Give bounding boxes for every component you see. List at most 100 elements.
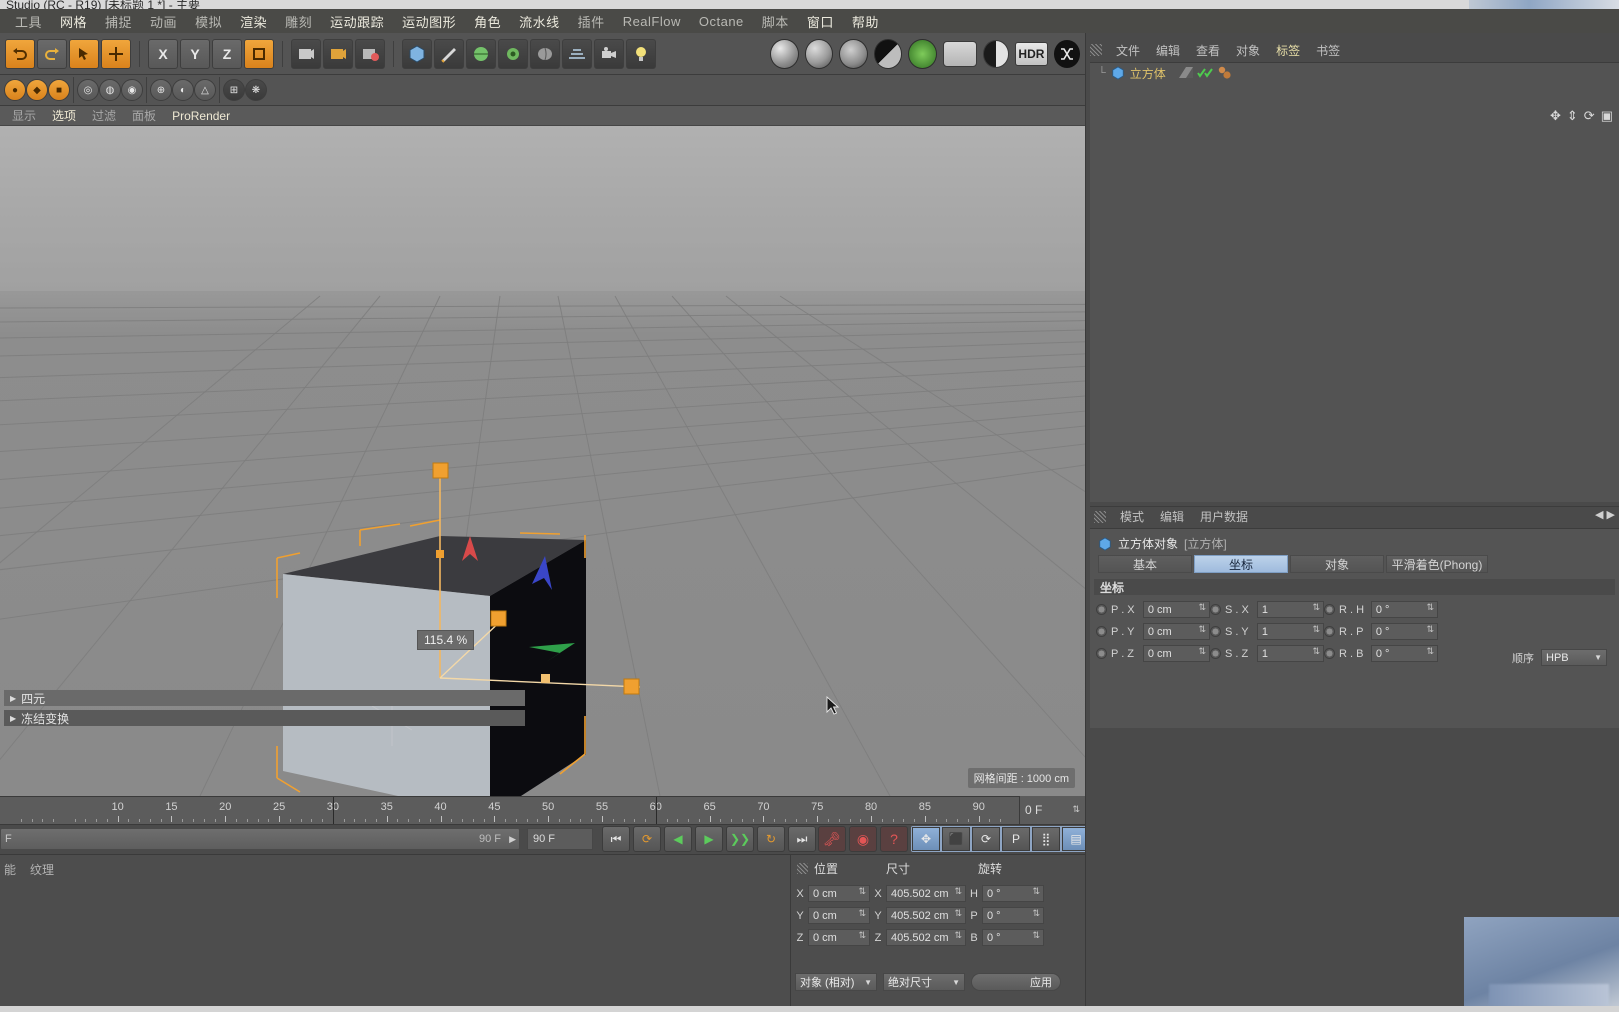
attribute-tab-3[interactable]: 平滑着色(Phong) — [1386, 555, 1488, 573]
object-manager-menu-4[interactable]: 标签 — [1268, 42, 1308, 59]
rotation-h-radio[interactable] — [1324, 604, 1335, 615]
viewport-menu-item-1[interactable]: 选项 — [44, 107, 84, 124]
scale-x-field[interactable]: 1 ⇅ — [1256, 601, 1324, 618]
mode-toolbar[interactable]: ● ◆ ■ ◎ ◍ ◉ ⊕ ◐ △ ⊞ ❋ — [0, 75, 1085, 106]
quantize-button[interactable]: ❋ — [245, 79, 267, 101]
main-menubar[interactable]: 工具 网格 捕捉 动画 模拟 渲染 雕刻 运动跟踪 运动图形 角色 流水线 插件 RealFlow Oct… — [0, 9, 1619, 33]
key-rotation-button[interactable]: ⟳ — [972, 827, 1000, 851]
record-controls[interactable]: 🗝 ◉ ? — [818, 826, 908, 852]
viewport-solo-button[interactable]: ◐ — [172, 79, 194, 101]
coordinate-manager[interactable]: 位置 尺寸 旋转 X 0 cm ⇅ X 405.502 cm ⇅ H 0 ° ⇅ Y … — [790, 854, 1085, 1012]
menu-item-14[interactable]: 脚本 — [753, 10, 798, 33]
replay-button[interactable]: ↻ — [757, 826, 785, 852]
display-green-icon[interactable] — [908, 39, 937, 69]
menu-item-2[interactable]: 捕捉 — [96, 10, 141, 33]
polygon-mode-button[interactable]: ■ — [48, 79, 70, 101]
workplane-button[interactable]: ◉ — [121, 79, 143, 101]
viewport-menu-item-2[interactable]: 过滤 — [84, 107, 124, 124]
redo-button[interactable] — [37, 38, 67, 69]
cm-size-y-field[interactable]: 405.502 cm ⇅ — [886, 907, 966, 924]
coordinate-row-z[interactable]: P . Z 0 cm ⇅ S . Z 1 ⇅ R . B 0 ° ⇅ — [1096, 645, 1438, 662]
menu-item-7[interactable]: 运动跟踪 — [321, 10, 393, 33]
axis-x-button[interactable]: X — [148, 38, 178, 69]
coordinate-row-y[interactable]: P . Y 0 cm ⇅ S . Y 1 ⇅ R . P 0 ° ⇅ — [1096, 623, 1438, 640]
apply-button[interactable]: 应用 — [971, 973, 1061, 991]
freeze-transform-section[interactable]: ▶ 冻结变换 — [4, 710, 525, 726]
attribute-menu-1[interactable]: 编辑 — [1152, 508, 1192, 525]
generator-button[interactable] — [466, 38, 496, 69]
position-x-cell[interactable]: P . X 0 cm ⇅ — [1096, 601, 1210, 618]
rotation-p-cell[interactable]: R . P 0 ° ⇅ — [1324, 623, 1438, 640]
rotation-h-field[interactable]: 0 ° ⇅ — [1370, 601, 1438, 618]
object-manager-menubar[interactable]: 文件 编辑 查看 对象 标签 书签 — [1090, 40, 1619, 60]
material-menu-0[interactable]: 能 — [4, 861, 16, 878]
menu-item-5[interactable]: 渲染 — [231, 10, 276, 33]
edge-mode-button[interactable]: ◆ — [26, 79, 48, 101]
menu-item-6[interactable]: 雕刻 — [276, 10, 321, 33]
point-mode-button[interactable]: ● — [4, 79, 26, 101]
position-z-spinner[interactable]: ⇅ — [1198, 647, 1206, 656]
timeline-ruler[interactable]: 1015202530354045505560657075808590 — [0, 796, 1019, 824]
texture-mode-button[interactable]: ◍ — [99, 79, 121, 101]
play-backwards-button[interactable]: ◀ — [664, 826, 692, 852]
environment-button[interactable] — [530, 38, 560, 69]
menu-item-13[interactable]: Octane — [690, 12, 753, 31]
scale-z-spinner[interactable]: ⇅ — [1312, 647, 1320, 656]
viewport-menu-item-4[interactable]: ProRender — [164, 109, 238, 123]
rotation-order-dropdown[interactable]: HPB ▼ — [1541, 649, 1607, 666]
cm-rot-p-spinner[interactable]: ⇅ — [1032, 909, 1040, 918]
rotate-icon[interactable]: ⟳ — [1584, 108, 1595, 124]
menu-item-4[interactable]: 模拟 — [186, 10, 231, 33]
attribute-tab-1[interactable]: 坐标 — [1194, 555, 1288, 573]
attribute-manager-body[interactable]: 立方体对象 [立方体] 基本 坐标 对象 平滑着色(Phong) 坐标 P . X 0… — [1090, 528, 1619, 728]
viewport-menu-item-0[interactable]: 显示 — [4, 107, 44, 124]
go-to-start-button[interactable]: ⏮ — [602, 826, 630, 852]
undo-button[interactable] — [5, 38, 35, 69]
coordinate-object-mode-dropdown[interactable]: 对象 (相对) ▼ — [795, 973, 877, 991]
attribute-menu-0[interactable]: 模式 — [1112, 508, 1152, 525]
snap-settings-button[interactable]: ⊞ — [223, 79, 245, 101]
cm-pos-y-spinner[interactable]: ⇅ — [858, 909, 866, 918]
world-coordinate-button[interactable] — [244, 38, 274, 69]
menu-item-1[interactable]: 网格 — [51, 10, 96, 33]
cm-rot-p-field[interactable]: 0 ° ⇅ — [982, 907, 1044, 924]
object-manager-menu-1[interactable]: 编辑 — [1148, 42, 1188, 59]
key-scale-button[interactable]: ⬛ — [942, 827, 970, 851]
rotation-p-radio[interactable] — [1324, 626, 1335, 637]
object-manager-row[interactable]: └ 立方体 — [1090, 63, 1619, 83]
phong-tag-icon[interactable] — [1217, 66, 1233, 80]
object-manager-object-name[interactable]: 立方体 — [1130, 65, 1166, 82]
attribute-scroll-arrows[interactable]: ◀ ▶ — [1595, 508, 1615, 521]
menu-item-12[interactable]: RealFlow — [614, 12, 690, 31]
coordinate-manager-footer[interactable]: 对象 (相对) ▼ 绝对尺寸 ▼ 应用 — [795, 973, 1061, 991]
position-y-cell[interactable]: P . Y 0 cm ⇅ — [1096, 623, 1210, 640]
current-frame-field[interactable]: 0 F ⇅ — [1019, 796, 1085, 824]
move-tool-button[interactable] — [101, 38, 131, 69]
key-position-button[interactable]: ✥ — [912, 827, 940, 851]
shuffle-icon[interactable] — [1053, 40, 1081, 68]
key-parameter-button[interactable]: P — [1002, 827, 1030, 851]
cm-pos-z-spinner[interactable]: ⇅ — [858, 931, 866, 940]
coordinate-size-mode-dropdown[interactable]: 绝对尺寸 ▼ — [883, 973, 965, 991]
rotation-p-field[interactable]: 0 ° ⇅ — [1370, 623, 1438, 640]
rotation-order-row[interactable]: 顺序 HPB ▼ — [1512, 649, 1607, 666]
cm-pos-x-spinner[interactable]: ⇅ — [858, 887, 866, 896]
visibility-dots-icon[interactable] — [1178, 67, 1193, 79]
cm-rot-h-spinner[interactable]: ⇅ — [1032, 887, 1040, 896]
rotation-h-spinner[interactable]: ⇅ — [1426, 603, 1434, 612]
frame-spinner-icon[interactable]: ⇅ — [1072, 804, 1080, 815]
white-background-button[interactable] — [942, 41, 977, 67]
grip-icon[interactable] — [1090, 44, 1102, 56]
menu-item-11[interactable]: 插件 — [569, 10, 614, 33]
coordinate-manager-row-x[interactable]: X 0 cm ⇅ X 405.502 cm ⇅ H 0 ° ⇅ — [795, 885, 1044, 902]
attribute-menu-2[interactable]: 用户数据 — [1192, 508, 1256, 525]
timeline-playhead[interactable] — [655, 797, 657, 824]
menu-item-16[interactable]: 帮助 — [843, 10, 888, 33]
coordinate-grip-icon[interactable] — [797, 862, 808, 874]
light-button[interactable] — [626, 38, 656, 69]
rotation-b-radio[interactable] — [1324, 648, 1335, 659]
scale-y-radio[interactable] — [1210, 626, 1221, 637]
lock-axis-button[interactable]: △ — [194, 79, 216, 101]
axis-y-button[interactable]: Y — [180, 38, 210, 69]
material-manager-menu[interactable]: 能纹理 — [0, 861, 54, 878]
